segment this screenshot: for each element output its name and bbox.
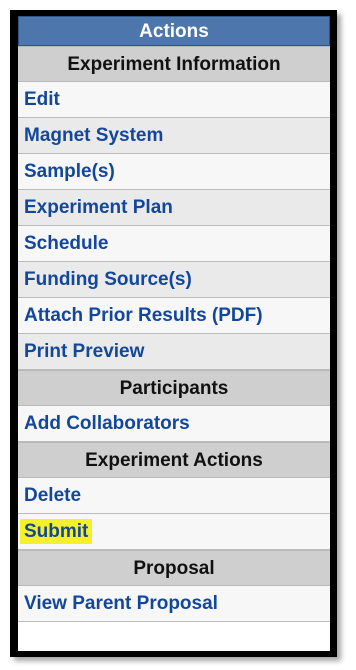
action-label: Attach Prior Results (PDF) (24, 305, 263, 326)
action-print-preview[interactable]: Print Preview (18, 334, 330, 370)
action-label: Add Collaborators (24, 413, 190, 434)
section-experiment-information: Experiment Information (18, 46, 330, 82)
actions-panel-frame: Actions Experiment Information Edit Magn… (10, 10, 337, 657)
action-delete[interactable]: Delete (18, 478, 330, 514)
section-title: Participants (119, 378, 229, 399)
section-experiment-actions: Experiment Actions (18, 442, 330, 478)
panel-header-title: Actions (139, 21, 209, 42)
action-experiment-plan[interactable]: Experiment Plan (18, 190, 330, 226)
section-title: Experiment Information (67, 54, 281, 75)
section-title: Experiment Actions (85, 450, 263, 471)
action-label-highlighted: Submit (20, 519, 93, 544)
action-samples[interactable]: Sample(s) (18, 154, 330, 190)
section-title: Proposal (133, 558, 215, 579)
action-label: Sample(s) (24, 161, 115, 182)
action-label: Print Preview (24, 341, 145, 362)
action-view-parent-proposal[interactable]: View Parent Proposal (18, 586, 330, 622)
action-magnet-system[interactable]: Magnet System (18, 118, 330, 154)
section-participants: Participants (18, 370, 330, 406)
actions-panel: Actions Experiment Information Edit Magn… (18, 16, 330, 651)
action-label: Experiment Plan (24, 197, 173, 218)
section-proposal: Proposal (18, 550, 330, 586)
action-label: Funding Source(s) (24, 269, 192, 290)
action-label: Delete (24, 485, 82, 506)
action-label: Schedule (24, 233, 109, 254)
action-label: Magnet System (24, 125, 164, 146)
action-submit[interactable]: Submit (18, 514, 330, 550)
action-add-collaborators[interactable]: Add Collaborators (18, 406, 330, 442)
action-edit[interactable]: Edit (18, 82, 330, 118)
action-schedule[interactable]: Schedule (18, 226, 330, 262)
action-funding-sources[interactable]: Funding Source(s) (18, 262, 330, 298)
panel-header: Actions (18, 16, 330, 46)
action-label: View Parent Proposal (24, 593, 218, 614)
action-label: Edit (24, 89, 60, 110)
action-attach-prior-results[interactable]: Attach Prior Results (PDF) (18, 298, 330, 334)
